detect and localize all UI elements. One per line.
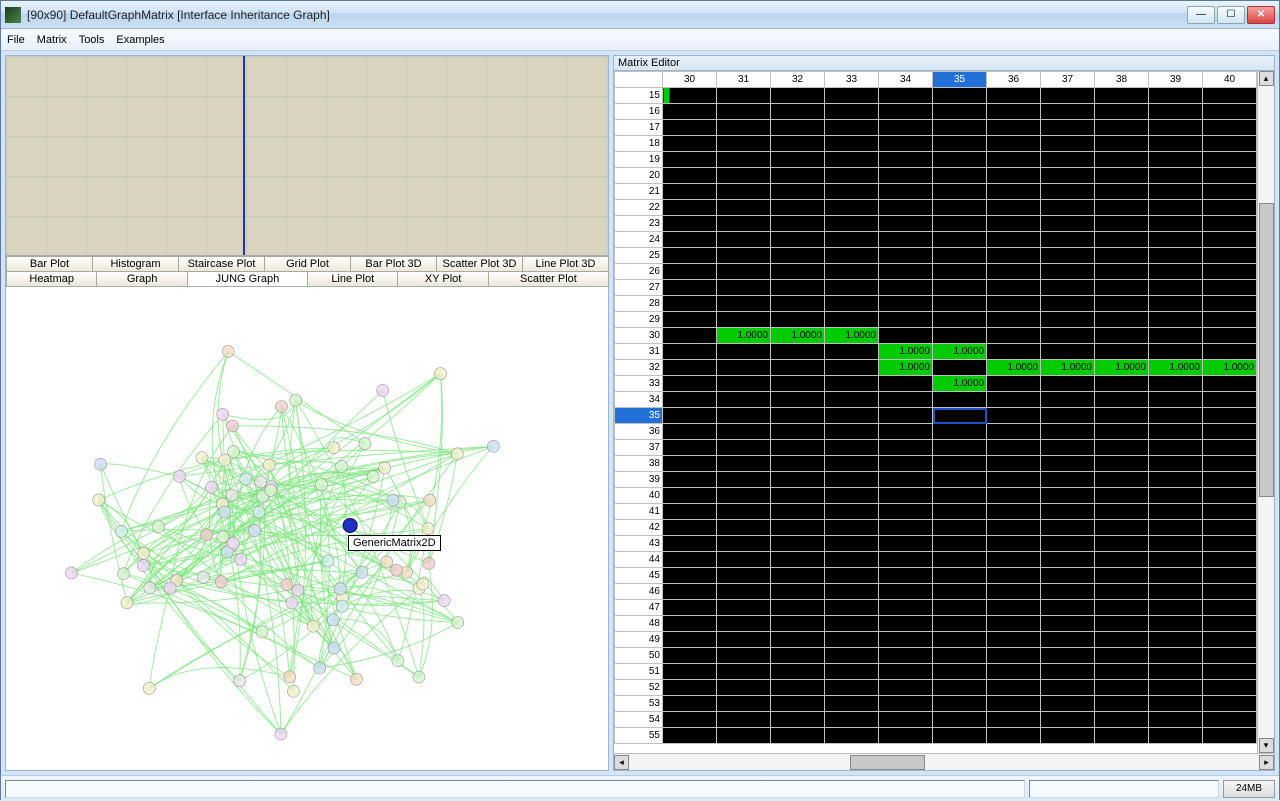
status-field [1029, 780, 1219, 798]
scroll-left-icon[interactable]: ◂ [614, 755, 629, 770]
tab-histogram[interactable]: Histogram [92, 256, 179, 271]
matrix-grid[interactable]: 3031323334353637383940151617181920212223… [614, 71, 1257, 744]
right-pane: Matrix Editor 30313233343536373839401516… [613, 55, 1275, 771]
menubar: File Matrix Tools Examples [1, 29, 1279, 51]
tab-line-plot[interactable]: Line Plot [307, 271, 398, 286]
tab-scatter-plot[interactable]: Scatter Plot [488, 271, 609, 286]
matrix-hscrollbar[interactable]: ◂ ▸ [614, 753, 1274, 770]
matrix-editor-title: Matrix Editor [614, 56, 1274, 71]
tab-line-plot-3d[interactable]: Line Plot 3D [522, 256, 609, 271]
scroll-right-icon[interactable]: ▸ [1259, 755, 1274, 770]
close-button[interactable]: ✕ [1247, 6, 1275, 24]
maximize-button[interactable]: ☐ [1217, 6, 1245, 24]
window-title: [90x90] DefaultGraphMatrix [Interface In… [27, 8, 1187, 22]
tab-heatmap[interactable]: Heatmap [6, 271, 97, 286]
app-icon [5, 7, 21, 23]
tab-jung-graph[interactable]: JUNG Graph [187, 271, 308, 286]
menu-file[interactable]: File [7, 34, 25, 46]
status-message [5, 780, 1025, 798]
tab-staircase-plot[interactable]: Staircase Plot [178, 256, 265, 271]
tab-bar-plot-3d[interactable]: Bar Plot 3D [350, 256, 437, 271]
minimize-button[interactable]: — [1187, 6, 1215, 24]
scroll-down-icon[interactable]: ▾ [1259, 738, 1274, 753]
statusbar: 24MB [1, 775, 1279, 801]
overview-plot[interactable] [6, 56, 608, 256]
tab-xy-plot[interactable]: XY Plot [397, 271, 488, 286]
node-tooltip: GenericMatrix2D [348, 535, 441, 551]
plot-cursor-line [243, 56, 245, 255]
tab-graph[interactable]: Graph [96, 271, 187, 286]
matrix-vscrollbar[interactable]: ▴ ▾ [1257, 71, 1274, 753]
plot-tabs: Bar Plot Histogram Staircase Plot Grid P… [6, 256, 608, 287]
titlebar: [90x90] DefaultGraphMatrix [Interface In… [1, 1, 1279, 29]
menu-tools[interactable]: Tools [79, 34, 105, 46]
graph-canvas[interactable]: GenericMatrix2D [6, 287, 608, 770]
menu-examples[interactable]: Examples [116, 34, 164, 46]
tab-bar-plot[interactable]: Bar Plot [6, 256, 93, 271]
left-pane: Bar Plot Histogram Staircase Plot Grid P… [5, 55, 609, 771]
memory-indicator[interactable]: 24MB [1223, 780, 1275, 798]
menu-matrix[interactable]: Matrix [37, 34, 67, 46]
scroll-up-icon[interactable]: ▴ [1259, 71, 1274, 86]
tab-grid-plot[interactable]: Grid Plot [264, 256, 351, 271]
tab-scatter-plot-3d[interactable]: Scatter Plot 3D [436, 256, 523, 271]
